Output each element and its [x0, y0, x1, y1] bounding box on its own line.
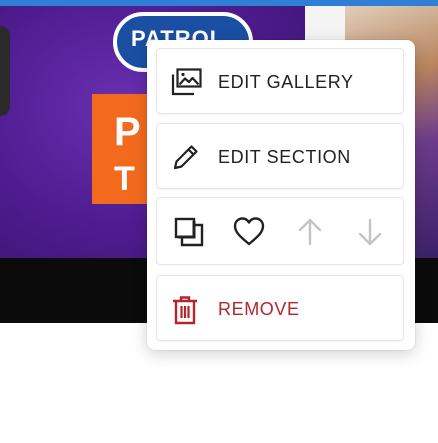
edit-section-button[interactable]: EDIT SECTION	[156, 123, 404, 189]
edit-section-label: EDIT SECTION	[218, 147, 351, 167]
trash-icon	[171, 295, 199, 325]
remove-label: REMOVE	[218, 299, 300, 319]
pencil-icon	[171, 142, 201, 172]
arrow-up-icon[interactable]	[293, 215, 327, 249]
remove-button[interactable]: REMOVE	[156, 275, 404, 341]
edit-gallery-label: EDIT GALLERY	[218, 72, 354, 92]
viewport: P T PATROL EDIT GALLERY EDIT SECTION REM…	[0, 0, 438, 443]
action-row	[156, 197, 404, 265]
heart-icon[interactable]	[232, 215, 266, 249]
context-menu: EDIT GALLERY EDIT SECTION REMOVE	[147, 40, 415, 350]
duplicate-icon[interactable]	[172, 215, 206, 249]
gallery-image-edge	[0, 26, 10, 116]
edit-gallery-button[interactable]: EDIT GALLERY	[156, 48, 404, 114]
arrow-down-icon[interactable]	[353, 215, 387, 249]
gallery-image-letter: P	[114, 110, 141, 154]
gallery-image-letter: T	[114, 160, 135, 198]
gallery-icon	[171, 68, 203, 96]
